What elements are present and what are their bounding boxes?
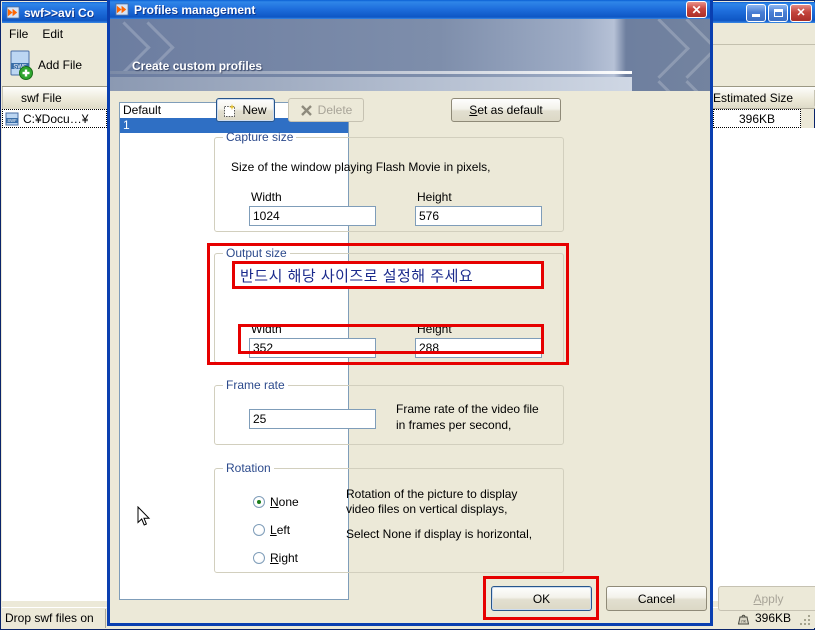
ok-button[interactable]: OK: [491, 586, 592, 611]
korean-instruction-note: 반드시 해당 사이즈로 설정해 주세요: [232, 261, 544, 289]
menu-item-file[interactable]: File: [2, 26, 35, 42]
close-button[interactable]: ✕: [790, 4, 812, 22]
rotation-group: Rotation None Left Right Rotation of the…: [214, 461, 564, 573]
new-profile-icon: [224, 103, 236, 117]
table-row[interactable]: SWF C:¥Docu…¥: [2, 109, 107, 128]
close-icon: ✕: [691, 2, 702, 17]
frame-rate-group: Frame rate 25 Frame rate of the video fi…: [214, 378, 564, 445]
profiles-management-dialog: Profiles management ✕ Create custom prof…: [107, 0, 815, 626]
apply-button[interactable]: Apply: [718, 586, 815, 611]
menu-item-edit[interactable]: Edit: [35, 26, 70, 42]
frame-rate-description-line1: Frame rate of the video file: [396, 402, 539, 416]
close-icon: ✕: [796, 6, 806, 19]
dialog-body: Default 1 New Delete Set as default Capt…: [110, 91, 710, 623]
maximize-button[interactable]: [768, 4, 788, 22]
apply-label: Apply: [753, 591, 784, 606]
rotation-option-left[interactable]: Left: [253, 523, 290, 537]
rotation-description-line1: Rotation of the picture to display: [346, 487, 518, 501]
capture-height-label: Height: [417, 190, 452, 204]
background-list-header-right: Estimated Size: [713, 87, 815, 109]
dialog-titlebar: Profiles management ✕: [110, 0, 710, 19]
set-as-default-label: Set as default: [469, 103, 542, 117]
background-list-right-area: [713, 128, 815, 601]
capture-size-group: Capture size Size of the window playing …: [214, 130, 564, 232]
output-height-label: Height: [417, 322, 452, 336]
capture-size-legend: Capture size: [226, 130, 294, 144]
output-width-input[interactable]: 352: [249, 338, 376, 358]
radio-none-icon: [253, 496, 265, 508]
set-default-rest: et as default: [477, 103, 543, 117]
rotation-description-line3: Select None if display is horizontal,: [346, 527, 533, 541]
swf-document-add-icon: SWF: [10, 50, 33, 80]
banner-lower-strip: [110, 77, 632, 91]
output-height-input[interactable]: 288: [415, 338, 542, 358]
svg-text:SWF: SWF: [7, 118, 17, 123]
rotation-none-label: None: [270, 495, 299, 509]
minimize-button[interactable]: [746, 4, 766, 22]
add-file-label[interactable]: Add File: [38, 58, 82, 72]
capture-size-description: Size of the window playing Flash Movie i…: [231, 160, 491, 174]
capture-width-label: Width: [251, 190, 282, 204]
status-hint: Drop swf files on: [2, 608, 106, 628]
swf-app-icon: [115, 3, 129, 16]
rotation-legend: Rotation: [226, 461, 271, 475]
background-menubar: File Edit: [2, 23, 107, 45]
weight-icon: ЛК: [737, 614, 750, 624]
capture-width-input[interactable]: 1024: [249, 206, 376, 226]
frame-rate-description-line2: in frames per second,: [396, 418, 512, 432]
new-profile-button[interactable]: New: [216, 98, 275, 122]
estimated-size-cell: 396KB: [713, 109, 801, 128]
minimize-icon: [752, 14, 760, 17]
background-window-title: swf>>avi Co: [24, 5, 95, 20]
background-toolbar: SWF Add File: [2, 44, 107, 87]
delete-profile-button[interactable]: Delete: [288, 98, 364, 122]
rotation-option-none[interactable]: None: [253, 495, 299, 509]
dialog-close-button[interactable]: ✕: [686, 1, 707, 18]
dialog-banner: Create custom profiles: [110, 19, 710, 91]
column-header-swf-file[interactable]: swf File: [2, 87, 62, 109]
background-file-list[interactable]: SWF C:¥Docu…¥: [2, 109, 107, 601]
status-size-value: 396KB: [754, 611, 791, 625]
output-size-legend: Output size: [226, 246, 287, 260]
dialog-title: Profiles management: [134, 2, 256, 17]
delete-x-icon: [300, 104, 312, 116]
frame-rate-legend: Frame rate: [226, 378, 285, 392]
right-filler-separator: [713, 44, 815, 45]
delete-profile-label: Delete: [317, 103, 353, 117]
file-path-cell: C:¥Docu…¥: [23, 111, 89, 126]
rotation-option-right[interactable]: Right: [253, 551, 298, 565]
rotation-right-label: Right: [270, 551, 299, 565]
mouse-cursor-icon: [137, 506, 151, 526]
output-width-label: Width: [251, 322, 282, 336]
maximize-icon: [773, 9, 783, 17]
rotation-left-label: Left: [270, 523, 291, 537]
radio-right-icon: [253, 552, 265, 564]
banner-text: Create custom profiles: [132, 59, 263, 73]
svg-text:ЛК: ЛК: [741, 618, 747, 623]
frame-rate-input[interactable]: 25: [249, 409, 376, 429]
resize-grip-icon[interactable]: [798, 613, 812, 627]
capture-height-input[interactable]: 576: [415, 206, 542, 226]
set-as-default-button[interactable]: Set as default: [451, 98, 561, 122]
swf-file-icon: SWF: [5, 112, 19, 125]
cancel-button[interactable]: Cancel: [606, 586, 707, 611]
background-right-toolbar-filler: [713, 23, 815, 87]
column-header-estimated-size[interactable]: Estimated Size: [713, 91, 814, 105]
new-profile-label: New: [242, 103, 267, 117]
rotation-description-line2: video files on vertical displays,: [346, 502, 508, 516]
swf-app-icon: [6, 6, 20, 19]
background-list-header-left: swf File: [2, 87, 107, 110]
radio-left-icon: [253, 524, 265, 536]
background-window-controls: ✕: [746, 4, 812, 22]
